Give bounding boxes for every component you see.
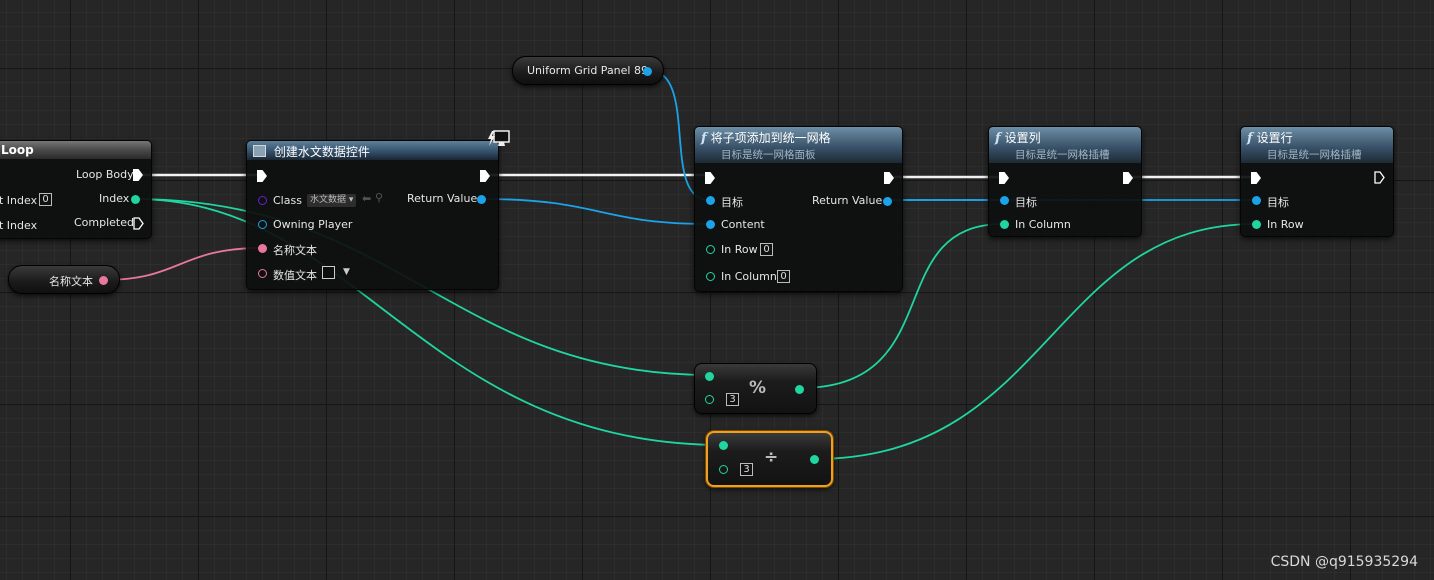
class-pin[interactable]	[258, 196, 267, 205]
exec-out-pin[interactable]	[480, 170, 490, 182]
node-header: Loop	[0, 141, 151, 159]
widget-icon	[253, 145, 266, 157]
node-title: Loop	[1, 143, 34, 157]
target-pin[interactable]	[706, 196, 715, 205]
target-label: 目标	[721, 196, 743, 209]
modulo-operator-label: %	[749, 378, 767, 398]
index-out-pin[interactable]	[131, 195, 140, 204]
set-column-node[interactable]: f 设置列 目标是统一网格插槽 目标 In Column	[988, 126, 1142, 237]
a-input-pin[interactable]	[705, 372, 714, 381]
function-icon: f	[995, 131, 1001, 146]
content-label: Content	[721, 218, 765, 231]
b-input-value[interactable]: 3	[726, 393, 739, 406]
exec-out-pin[interactable]	[1374, 171, 1385, 184]
node-title: 将子项添加到统一网格	[710, 131, 831, 145]
last-index-label: t Index	[0, 219, 38, 232]
name-text-pin[interactable]	[258, 244, 267, 253]
text-wire	[103, 247, 262, 281]
set-row-node[interactable]: f 设置行 目标是统一网格插槽 目标 In Row	[1240, 126, 1394, 237]
variable-label: 名称文本	[49, 275, 93, 288]
b-input-pin[interactable]	[719, 465, 728, 474]
completed-exec-pin[interactable]	[133, 217, 144, 230]
class-dropdown[interactable]: 水文数据 ▾	[307, 194, 357, 207]
result-out-pin[interactable]	[810, 455, 819, 464]
exec-out-pin[interactable]	[1123, 172, 1133, 184]
monitor-icon	[488, 130, 510, 146]
target-pin[interactable]	[1000, 196, 1009, 205]
object-out-pin[interactable]	[643, 67, 652, 76]
content-pin[interactable]	[706, 220, 715, 229]
in-column-input[interactable]: 0	[777, 270, 790, 283]
exec-out-pin[interactable]	[884, 172, 894, 184]
text-out-pin[interactable]	[99, 276, 108, 285]
class-label: Class	[273, 194, 302, 207]
in-row-label: In Row	[721, 243, 758, 256]
b-input-value[interactable]: 3	[740, 463, 753, 476]
node-header: f 设置列 目标是统一网格插槽	[989, 127, 1141, 163]
value-text-pin[interactable]	[258, 269, 267, 278]
divide-operator-label: ÷	[764, 447, 779, 467]
in-column-label: In Column	[1015, 218, 1071, 231]
divide-node[interactable]: 3 ÷	[706, 431, 833, 487]
in-row-pin[interactable]	[706, 245, 715, 254]
node-subtitle: 目标是统一网格插槽	[1267, 149, 1362, 161]
owning-player-label: Owning Player	[273, 218, 353, 231]
watermark: CSDN @q915935294	[1270, 554, 1418, 570]
grid-panel-variable-node[interactable]: Uniform Grid Panel 89	[512, 56, 664, 85]
node-title: 设置列	[1004, 131, 1041, 145]
node-header: 创建水文数据控件	[247, 141, 498, 160]
node-header: f 设置行 目标是统一网格插槽	[1241, 127, 1393, 163]
for-loop-node[interactable]: Loop Loop Body t Index 0 Index t Index C…	[0, 140, 152, 239]
return-value-pin[interactable]	[477, 195, 486, 204]
loop-body-label: Loop Body	[76, 168, 134, 181]
in-row-label: In Row	[1267, 218, 1304, 231]
value-text-input[interactable]	[322, 266, 335, 279]
return-value-pin[interactable]	[883, 197, 892, 206]
name-text-variable-node[interactable]: 名称文本	[8, 265, 120, 294]
return-value-label: Return Value	[812, 194, 883, 207]
chevron-down-icon[interactable]: ▼	[343, 267, 350, 277]
in-column-pin[interactable]	[706, 272, 715, 281]
function-icon: f	[1247, 131, 1253, 146]
modulo-node[interactable]: 3 %	[694, 363, 817, 414]
result-out-pin[interactable]	[795, 385, 804, 394]
node-subtitle: 目标是统一网格面板	[721, 149, 816, 161]
first-index-label: t Index	[0, 194, 38, 207]
a-input-pin[interactable]	[719, 441, 728, 450]
node-subtitle: 目标是统一网格插槽	[1015, 149, 1110, 161]
variable-label: Uniform Grid Panel 89	[527, 64, 648, 77]
create-widget-node[interactable]: 创建水文数据控件 Class 水文数据 ▾ ⬅ ⚲ Return Value O…	[246, 130, 510, 290]
loop-body-exec-pin[interactable]	[133, 169, 143, 181]
node-title: 创建水文数据控件	[273, 145, 370, 159]
browse-search-icon[interactable]: ⚲	[375, 191, 383, 204]
first-index-input[interactable]: 0	[39, 193, 52, 206]
target-pin[interactable]	[1252, 196, 1261, 205]
value-text-label: 数值文本	[273, 269, 317, 282]
index-out-label: Index	[99, 192, 130, 205]
b-input-pin[interactable]	[705, 395, 714, 404]
completed-label: Completed	[74, 216, 134, 229]
in-row-pin[interactable]	[1252, 220, 1261, 229]
node-header: f 将子项添加到统一网格 目标是统一网格面板	[695, 127, 902, 163]
target-label: 目标	[1015, 196, 1037, 209]
owning-player-pin[interactable]	[258, 220, 267, 229]
in-row-input[interactable]: 0	[760, 243, 773, 256]
function-icon: f	[701, 131, 707, 146]
node-title: 设置行	[1256, 131, 1293, 145]
in-column-pin[interactable]	[1000, 220, 1009, 229]
object-wire	[482, 198, 710, 225]
add-child-to-uniform-grid-node[interactable]: f 将子项添加到统一网格 目标是统一网格面板 目标 Return Value Co…	[694, 126, 903, 292]
exec-in-pin[interactable]	[1251, 172, 1261, 184]
exec-in-pin[interactable]	[999, 172, 1009, 184]
name-text-label: 名称文本	[273, 244, 317, 257]
return-value-label: Return Value	[407, 192, 478, 205]
use-selected-arrow-icon[interactable]: ⬅	[362, 192, 371, 205]
target-label: 目标	[1267, 196, 1289, 209]
exec-in-pin[interactable]	[257, 170, 267, 182]
in-column-label: In Column	[721, 270, 777, 283]
exec-in-pin[interactable]	[705, 172, 715, 184]
